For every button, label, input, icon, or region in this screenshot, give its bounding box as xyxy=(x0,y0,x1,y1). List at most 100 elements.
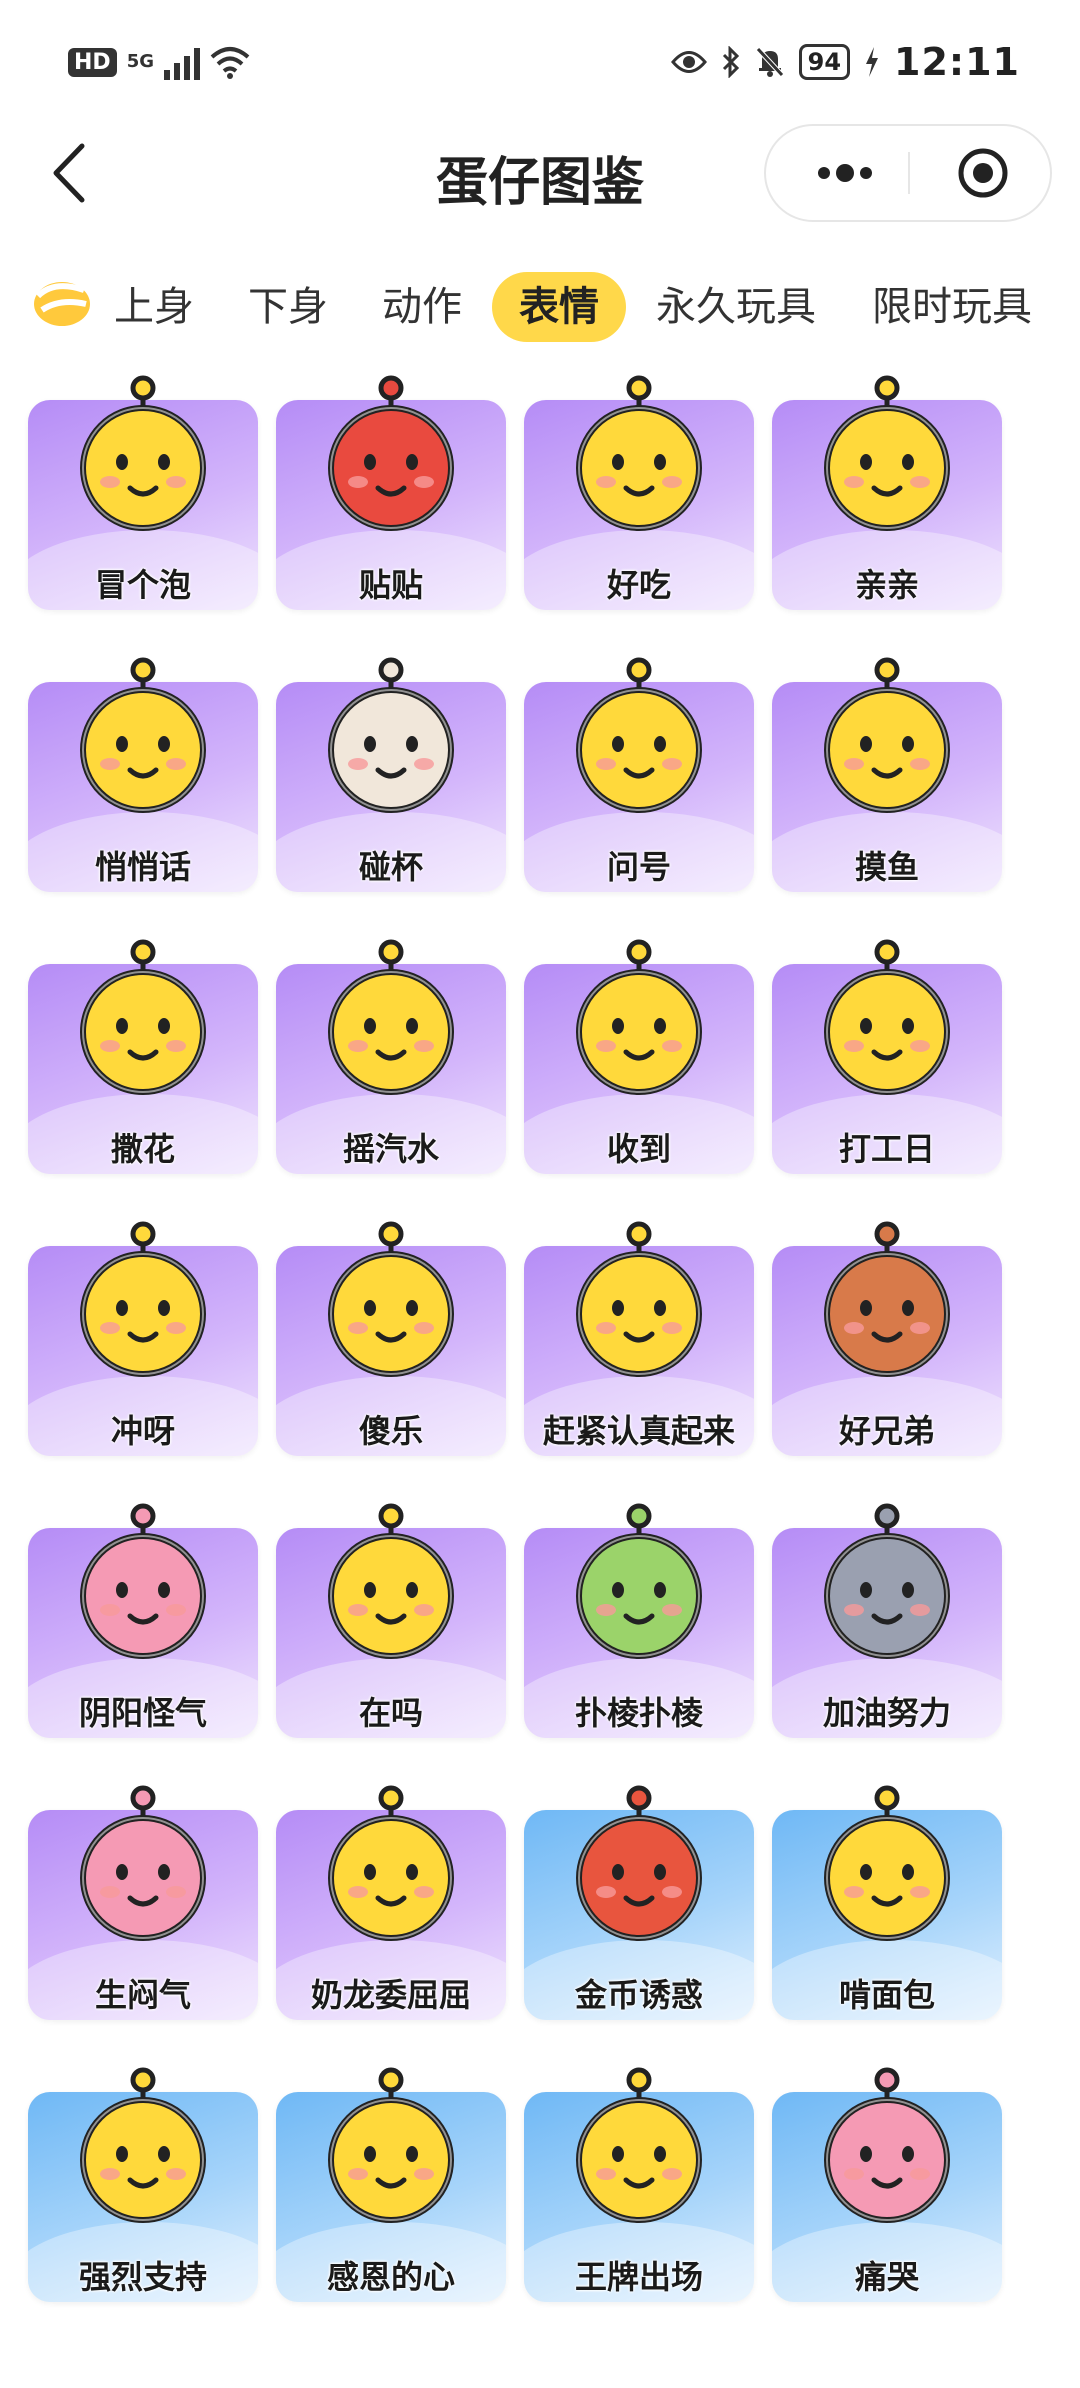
green-bird-sticker-icon xyxy=(576,1503,702,1659)
clock: 12:11 xyxy=(894,40,1020,84)
pink-hair-sulk-sticker-icon xyxy=(80,1785,206,1941)
expression-label: 收到 xyxy=(606,1130,671,1168)
close-target-icon[interactable] xyxy=(956,146,1010,200)
category-tabs: 上身 下身 动作 表情 永久玩具 限时玩具 xyxy=(0,252,1080,348)
expression-label: 冒个泡 xyxy=(94,566,191,604)
expression-card[interactable]: 悄悄话 xyxy=(24,652,262,922)
hd-badge: HD xyxy=(68,47,117,77)
expression-label: 亲亲 xyxy=(854,566,919,604)
tab-expression[interactable]: 表情 xyxy=(492,272,626,342)
expression-card[interactable]: 好吃 xyxy=(520,370,758,640)
battery-level: 94 xyxy=(798,44,851,80)
expression-label: 好兄弟 xyxy=(838,1412,935,1450)
nailong-sad-sticker-icon xyxy=(328,1785,454,1941)
expression-card[interactable]: 冲呀 xyxy=(24,1216,262,1486)
egg-logo-icon xyxy=(34,282,90,326)
bunny-officer-sticker-icon xyxy=(824,1503,950,1659)
expression-label: 冲呀 xyxy=(110,1412,175,1450)
egg-support-sticker-icon xyxy=(80,2067,206,2223)
bear-brothers-sticker-icon xyxy=(824,1221,950,1377)
more-icon[interactable] xyxy=(810,148,880,198)
tab-limited-toys[interactable]: 限时玩具 xyxy=(862,272,1042,342)
expression-card[interactable]: 亲亲 xyxy=(768,370,1006,640)
capsule-divider xyxy=(908,152,910,194)
egg-happy-sticker-icon xyxy=(328,1221,454,1377)
expression-card[interactable]: 生闷气 xyxy=(24,1780,262,2050)
expression-card[interactable]: 啃面包 xyxy=(768,1780,1006,2050)
status-left: HD 5G xyxy=(68,44,250,80)
title-bar: 蛋仔图鉴 xyxy=(0,120,1080,230)
egg-ace-card-sticker-icon xyxy=(576,2067,702,2223)
expression-label: 贴贴 xyxy=(358,566,423,604)
egg-bubble-sticker-icon xyxy=(80,375,206,531)
signal-icon xyxy=(164,44,200,80)
expression-card[interactable]: 贴贴 xyxy=(272,370,510,640)
expression-label: 啃面包 xyxy=(838,1976,935,2014)
expression-label: 强烈支持 xyxy=(78,2258,207,2296)
expression-card[interactable]: 问号 xyxy=(520,652,758,922)
expression-label: 好吃 xyxy=(606,566,671,604)
mute-bell-icon xyxy=(755,47,784,77)
expression-label: 阴阳怪气 xyxy=(78,1694,207,1732)
expression-card[interactable]: 碰杯 xyxy=(272,652,510,922)
expression-card[interactable]: 加油努力 xyxy=(768,1498,1006,1768)
egg-fire-sticker-icon xyxy=(80,1221,206,1377)
egg-kiss-sticker-icon xyxy=(824,375,950,531)
expression-card[interactable]: 好兄弟 xyxy=(768,1216,1006,1486)
expression-card[interactable]: 摸鱼 xyxy=(768,652,1006,922)
egg-laptop-sticker-icon xyxy=(824,939,950,1095)
egg-serious-sticker-icon xyxy=(576,1221,702,1377)
expression-label: 痛哭 xyxy=(854,2258,919,2296)
tab-action[interactable]: 动作 xyxy=(374,272,470,342)
egg-soda-sticker-icon xyxy=(328,939,454,1095)
expression-label: 摇汽水 xyxy=(342,1130,439,1168)
expression-card[interactable]: 收到 xyxy=(520,934,758,1204)
red-black-pair-sticker-icon xyxy=(328,375,454,531)
expression-label: 悄悄话 xyxy=(94,848,191,886)
expression-label: 在吗 xyxy=(358,1694,423,1732)
expression-label: 打工日 xyxy=(838,1130,935,1168)
expression-card[interactable]: 傻乐 xyxy=(272,1216,510,1486)
expression-card[interactable]: 在吗 xyxy=(272,1498,510,1768)
status-bar: HD 5G 94 12:11 xyxy=(0,0,1080,130)
egg-whisper-sticker-icon xyxy=(80,657,206,813)
expression-card[interactable]: 扑棱扑棱 xyxy=(520,1498,758,1768)
expression-label: 金币诱惑 xyxy=(574,1976,703,2014)
expression-label: 王牌出场 xyxy=(574,2258,703,2296)
expression-card[interactable]: 奶龙委屈屈 xyxy=(272,1780,510,2050)
tab-upper-body[interactable]: 上身 xyxy=(106,272,202,342)
expression-card[interactable]: 摇汽水 xyxy=(272,934,510,1204)
egg-flowers-sticker-icon xyxy=(80,939,206,1095)
wifi-icon xyxy=(210,47,250,79)
expression-card[interactable]: 强烈支持 xyxy=(24,2062,262,2332)
expression-label: 奶龙委屈屈 xyxy=(310,1976,471,2014)
expression-card[interactable]: 金币诱惑 xyxy=(520,1780,758,2050)
expression-card[interactable]: 感恩的心 xyxy=(272,2062,510,2332)
egg-yummy-sticker-icon xyxy=(576,375,702,531)
expression-card[interactable]: 阴阳怪气 xyxy=(24,1498,262,1768)
tab-lower-body[interactable]: 下身 xyxy=(240,272,336,342)
dog-cat-cheers-sticker-icon xyxy=(328,657,454,813)
egg-peek-sticker-icon xyxy=(328,1503,454,1659)
expression-label: 碰杯 xyxy=(358,848,423,886)
egg-heart-sign-sticker-icon xyxy=(328,2067,454,2223)
expression-label: 撒花 xyxy=(110,1130,175,1168)
egg-question-sticker-icon xyxy=(576,657,702,813)
egg-bread-sticker-icon xyxy=(824,1785,950,1941)
expression-card[interactable]: 痛哭 xyxy=(768,2062,1006,2332)
pink-sarcastic-sticker-icon xyxy=(80,1503,206,1659)
egg-fish-sticker-icon xyxy=(824,657,950,813)
expression-label: 感恩的心 xyxy=(326,2258,455,2296)
network-type: 5G xyxy=(126,51,154,72)
expression-card[interactable]: 冒个泡 xyxy=(24,370,262,640)
expression-card[interactable]: 赶紧认真起来 xyxy=(520,1216,758,1486)
expression-label: 傻乐 xyxy=(358,1412,423,1450)
expression-label: 摸鱼 xyxy=(854,848,919,886)
expression-card[interactable]: 王牌出场 xyxy=(520,2062,758,2332)
expression-card[interactable]: 撒花 xyxy=(24,934,262,1204)
eye-icon xyxy=(670,51,707,73)
egg-salute-sticker-icon xyxy=(576,939,702,1095)
expression-card[interactable]: 打工日 xyxy=(768,934,1006,1204)
expression-label: 赶紧认真起来 xyxy=(542,1412,735,1450)
tab-permanent-toys[interactable]: 永久玩具 xyxy=(646,272,826,342)
